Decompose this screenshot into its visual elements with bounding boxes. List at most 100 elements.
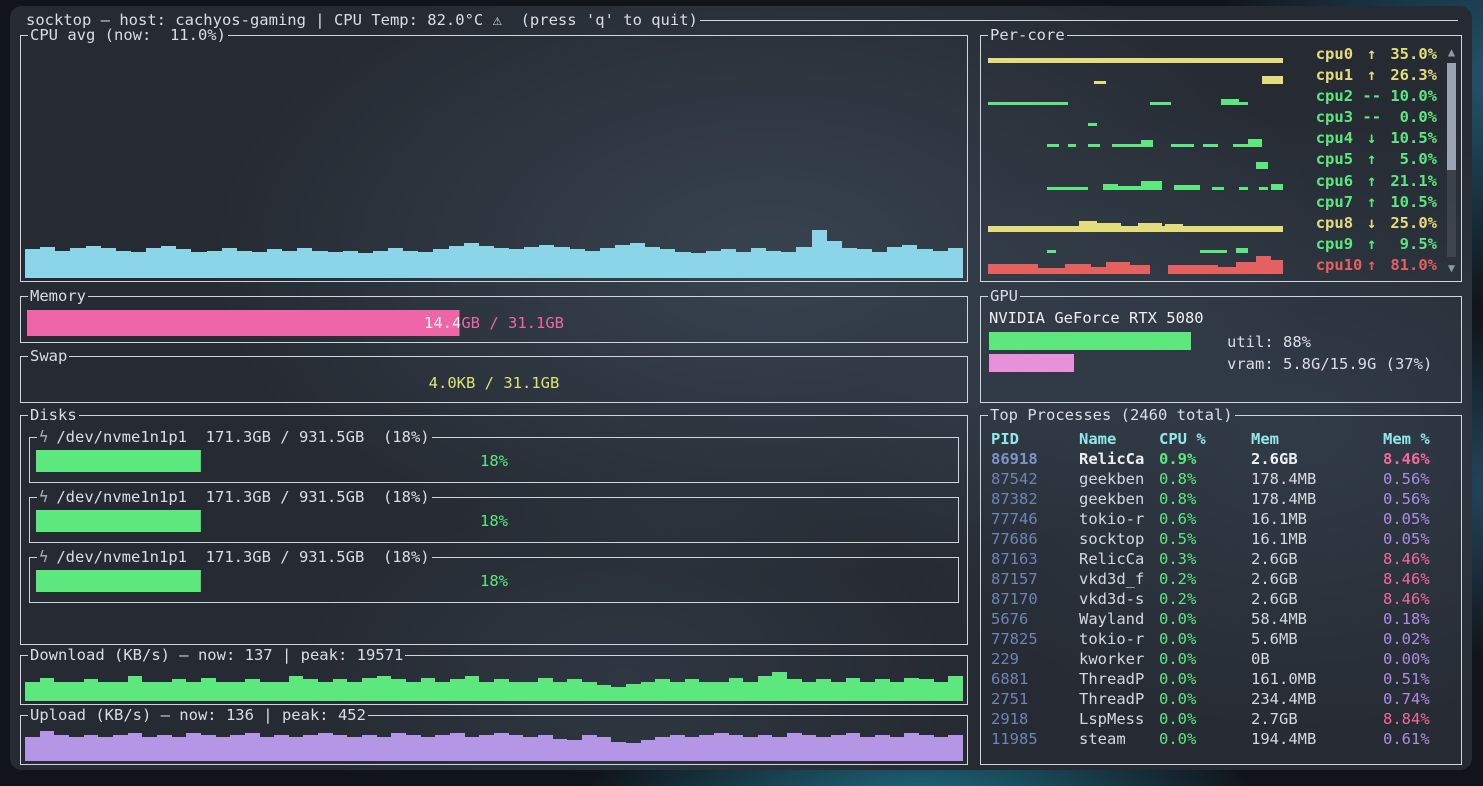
process-cpu-percent: 0.9% [1159,449,1251,469]
process-row[interactable]: 2751ThreadP0.0%234.4MB0.74% [991,689,1453,709]
core-sparkline [988,128,1283,147]
history-bar [553,739,568,761]
app-title: socktop — host: cachyos-gaming | CPU Tem… [26,10,698,30]
history-bar [582,735,597,761]
history-bar [902,245,917,278]
history-bar [585,251,600,278]
sparkline-segment [988,264,1038,274]
scroll-down-icon[interactable]: ▼ [1445,261,1458,275]
scrollbar-track[interactable] [1447,63,1456,257]
history-bar [660,249,675,278]
process-row[interactable]: 6881ThreadP0.0%161.0MB0.51% [991,669,1453,689]
process-row[interactable]: 11985steam0.0%194.4MB0.61% [991,729,1453,749]
core-sparkline [988,213,1283,232]
per-core-list: cpu0↑35.0%cpu1↑26.3%cpu2--10.0%cpu3-- 0.… [986,44,1441,276]
sparkline-segment [1094,81,1106,84]
process-row[interactable]: 87382geekben0.8%178.4MB0.56% [991,489,1453,509]
core-name: cpu0 [1316,44,1363,64]
sparkline-segment [1171,144,1195,147]
history-bar [55,251,70,278]
sparkline-segment [1239,187,1248,190]
process-name: geekben [1079,489,1159,509]
history-bar [494,679,509,701]
history-bar [40,247,55,278]
history-bar [303,735,318,761]
history-bar [25,249,40,278]
core-usage-value: 25.0% [1381,213,1437,233]
process-pid: 11985 [991,729,1079,749]
sparkline-segment [1248,139,1263,147]
history-bar [816,737,831,761]
process-cpu-percent: 0.0% [1159,669,1251,689]
history-bar [358,253,373,278]
cpu-history-chart [25,226,963,278]
border-line [432,497,958,498]
process-row[interactable]: 87170vkd3d-s0.2%2.6GB8.46% [991,589,1453,609]
history-bar [567,740,582,761]
history-bar [691,253,706,278]
core-row-cpu3: cpu3-- 0.0% [986,107,1441,128]
process-mem: 194.4MB [1251,729,1383,749]
history-bar [655,737,670,761]
ssd-lightning-icon: ϟ [39,488,56,506]
core-usage-value: 9.5% [1381,234,1437,254]
scrollbar-thumb[interactable] [1447,63,1456,170]
download-history-chart [25,670,963,701]
process-name: geekben [1079,469,1159,489]
history-bar [260,737,275,761]
history-bar [670,682,685,701]
process-row[interactable]: 86918RelicCa0.9%2.6GB8.46% [991,449,1453,469]
process-row[interactable]: 77686socktop0.5%16.1MB0.05% [991,529,1453,549]
history-bar [934,682,949,701]
process-mem: 234.4MB [1251,689,1383,709]
process-mem-percent: 0.61% [1383,729,1453,749]
disk-usage-gauge: 18% [36,570,952,592]
border-tick [30,497,37,498]
process-pid: 87163 [991,549,1079,569]
column-header-mem: Mem [1251,429,1383,449]
sparkline-segment [1236,248,1248,253]
history-bar [70,248,85,278]
process-mem: 2.6GB [1251,549,1383,569]
process-name: kworker [1079,649,1159,669]
history-bar [464,243,479,278]
sparkline-segment [988,102,1068,105]
history-bar [479,246,494,278]
history-bar [802,735,817,761]
history-bar [567,679,582,701]
process-row[interactable]: 87163RelicCa0.3%2.6GB8.46% [991,549,1453,569]
history-bar [524,247,539,278]
core-trend-icon: ↑ [1362,171,1381,191]
core-sparkline [988,149,1283,168]
core-label-cpu10: cpu10↑81.0% [1316,255,1437,275]
history-bar [328,252,343,278]
history-bar [391,733,406,761]
core-sparkline [988,255,1283,274]
process-pid: 87157 [991,569,1079,589]
per-core-scrollbar[interactable]: ▲ ▼ [1445,45,1458,275]
core-trend-icon: ↑ [1362,65,1381,85]
swap-title: Swap [28,346,69,366]
sparkline-segment [1165,224,1183,232]
process-row[interactable]: 87157vkd3d_f0.2%2.6GB8.46% [991,569,1453,589]
history-bar [142,682,157,701]
process-cpu-percent: 0.0% [1159,729,1251,749]
process-row[interactable]: 229kworker0.0%0B0.00% [991,649,1453,669]
process-row[interactable]: 5676Wayland0.0%58.4MB0.18% [991,609,1453,629]
process-mem: 178.4MB [1251,469,1383,489]
core-name: cpu3 [1316,107,1363,127]
process-row[interactable]: 87542geekben0.8%178.4MB0.56% [991,469,1453,489]
scroll-up-icon[interactable]: ▲ [1445,45,1458,59]
process-row[interactable]: 77746tokio-r0.6%16.1MB0.05% [991,509,1453,529]
core-label-cpu8: cpu8↓25.0% [1316,213,1437,233]
process-cpu-percent: 0.3% [1159,549,1251,569]
history-bar [523,682,538,701]
core-label-cpu5: cpu5↑ 5.0% [1316,149,1437,169]
history-bar [465,676,480,701]
history-bar [40,731,55,761]
core-trend-icon: ↓ [1362,128,1381,148]
process-row[interactable]: 2918LspMess0.0%2.7GB8.84% [991,709,1453,729]
history-bar [685,737,700,761]
process-row[interactable]: 77825tokio-r0.0%5.6MB0.02% [991,629,1453,649]
gpu-util-gauge [989,332,1219,350]
